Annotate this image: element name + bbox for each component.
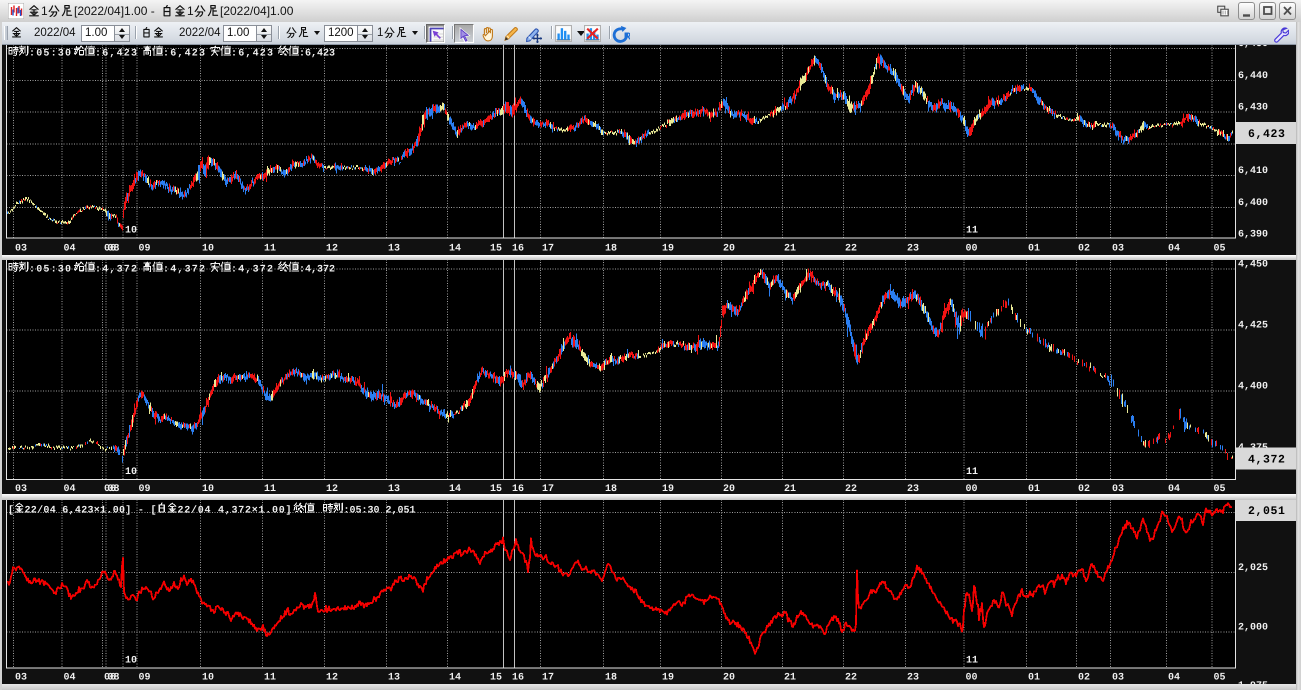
svg-text:22/04 6,423×1.00] - [: 22/04 6,423×1.00] - [ [25, 505, 157, 517]
svg-text:03: 03 [15, 244, 27, 255]
svg-text::05:30 2,051: :05:30 2,051 [344, 506, 416, 517]
svg-text:12: 12 [326, 673, 338, 684]
svg-text:22: 22 [845, 673, 857, 684]
svg-text:19: 19 [662, 244, 674, 255]
svg-text:16: 16 [512, 673, 524, 684]
svg-text:17: 17 [542, 673, 554, 684]
svg-text:03: 03 [1112, 673, 1124, 684]
svg-text:6,423: 6,423 [1248, 128, 1286, 141]
svg-text:22/04 4,372×1.00]: 22/04 4,372×1.00] [178, 505, 292, 517]
svg-text:11: 11 [966, 467, 978, 478]
svg-text::05:30: :05:30 [29, 265, 71, 276]
svg-text:11: 11 [264, 673, 276, 684]
svg-text:14: 14 [449, 244, 461, 255]
svg-text:04: 04 [1168, 673, 1180, 684]
svg-text::4,372: :4,372 [163, 265, 205, 276]
svg-text:18: 18 [605, 244, 617, 255]
svg-text:09: 09 [139, 673, 151, 684]
svg-text:11: 11 [264, 244, 276, 255]
svg-text:10: 10 [125, 656, 137, 667]
svg-text:05: 05 [1214, 244, 1226, 255]
svg-text:15: 15 [490, 673, 502, 684]
svg-text:10: 10 [202, 244, 214, 255]
svg-text:21: 21 [784, 244, 796, 255]
svg-text:14: 14 [449, 673, 461, 684]
svg-text:R: R [624, 32, 630, 43]
svg-text:6,440: 6,440 [1238, 71, 1268, 82]
svg-text:4,425: 4,425 [1238, 321, 1268, 332]
svg-text:4,372: 4,372 [1248, 454, 1286, 467]
svg-text::05:30: :05:30 [29, 49, 71, 60]
svg-text:11: 11 [966, 226, 978, 237]
svg-text:00: 00 [966, 673, 978, 684]
svg-text:21: 21 [784, 673, 796, 684]
svg-text:6,400: 6,400 [1238, 198, 1268, 209]
svg-text:16: 16 [512, 244, 524, 255]
svg-text:04: 04 [1168, 244, 1180, 255]
svg-text:20: 20 [723, 673, 735, 684]
svg-text:04: 04 [64, 673, 76, 684]
svg-text:18: 18 [605, 673, 617, 684]
svg-text:13: 13 [388, 673, 400, 684]
svg-text:11: 11 [966, 656, 978, 667]
svg-text:4,450: 4,450 [1238, 260, 1268, 271]
svg-text:02: 02 [1078, 673, 1090, 684]
svg-text:13: 13 [388, 244, 400, 255]
svg-text:2,000: 2,000 [1238, 622, 1268, 633]
svg-text:00: 00 [966, 244, 978, 255]
svg-text:[: [ [8, 505, 14, 517]
svg-text:10: 10 [125, 226, 137, 237]
svg-text:02: 02 [1078, 244, 1090, 255]
svg-text:12: 12 [326, 244, 338, 255]
svg-text::6,423: :6,423 [163, 49, 205, 60]
svg-text:17: 17 [542, 244, 554, 255]
svg-text::4,372: :4,372 [95, 265, 137, 276]
svg-text:10: 10 [125, 467, 137, 478]
svg-text:15: 15 [490, 244, 502, 255]
svg-text:08: 08 [108, 244, 120, 255]
svg-text:6,410: 6,410 [1238, 166, 1268, 177]
svg-text:01: 01 [1028, 673, 1040, 684]
svg-text:19: 19 [662, 673, 674, 684]
svg-text:03: 03 [1112, 244, 1124, 255]
svg-text:6,390: 6,390 [1238, 230, 1268, 241]
svg-text:04: 04 [64, 244, 76, 255]
svg-text:4,400: 4,400 [1238, 382, 1268, 393]
svg-text:22: 22 [845, 244, 857, 255]
svg-text:08: 08 [108, 673, 120, 684]
svg-text:20: 20 [723, 244, 735, 255]
svg-text:23: 23 [907, 673, 919, 684]
svg-text::4,372: :4,372 [299, 265, 335, 276]
svg-text:2,051: 2,051 [1248, 505, 1286, 518]
svg-text:01: 01 [1028, 244, 1040, 255]
svg-text:23: 23 [907, 244, 919, 255]
svg-text:6,430: 6,430 [1238, 103, 1268, 114]
svg-text:2,025: 2,025 [1238, 563, 1268, 574]
svg-text:03: 03 [15, 673, 27, 684]
svg-text:09: 09 [139, 244, 151, 255]
svg-text::4,372: :4,372 [231, 265, 273, 276]
svg-text::6,423: :6,423 [299, 49, 335, 60]
svg-text::6,423: :6,423 [95, 49, 137, 60]
svg-text:05: 05 [1214, 673, 1226, 684]
svg-text::6,423: :6,423 [231, 49, 273, 60]
svg-text:10: 10 [202, 673, 214, 684]
